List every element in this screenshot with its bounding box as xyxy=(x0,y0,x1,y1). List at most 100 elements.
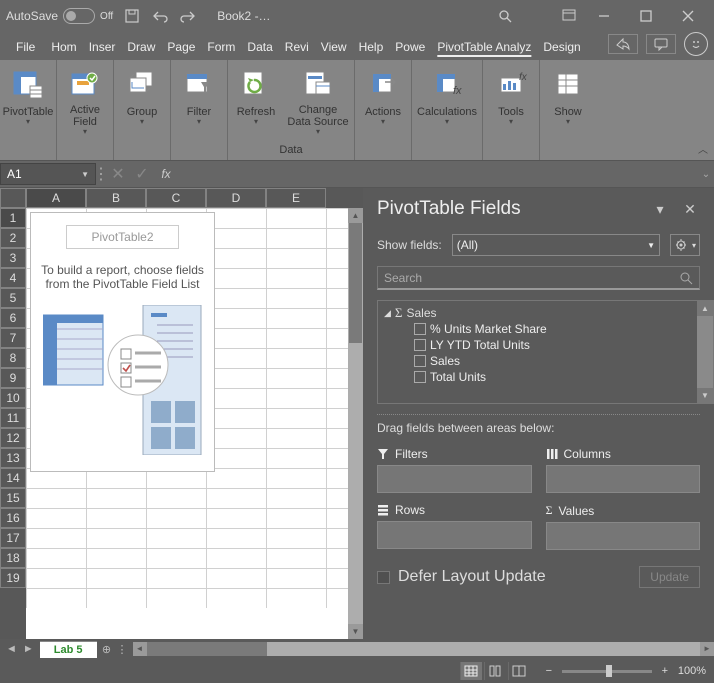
row-header-9[interactable]: 9 xyxy=(0,368,26,388)
row-header-15[interactable]: 15 xyxy=(0,488,26,508)
column-header-D[interactable]: D xyxy=(206,188,266,208)
field-group-sales[interactable]: ◢ Σ Sales xyxy=(384,305,691,321)
page-layout-view-icon[interactable] xyxy=(484,662,506,680)
field-item[interactable]: % Units Market Share xyxy=(414,321,691,337)
calculations-button[interactable]: fx Calculations▾ xyxy=(414,64,480,130)
row-header-6[interactable]: 6 xyxy=(0,308,26,328)
formula-input[interactable] xyxy=(178,163,698,185)
row-header-4[interactable]: 4 xyxy=(0,268,26,288)
tab-help[interactable]: Help xyxy=(353,36,390,60)
zoom-out-button[interactable]: − xyxy=(542,665,556,677)
tab-formulas[interactable]: Form xyxy=(201,36,241,60)
filter-button[interactable]: Filter▾ xyxy=(173,64,225,130)
rows-area[interactable]: Rows xyxy=(377,503,532,550)
tab-review[interactable]: Revi xyxy=(279,36,315,60)
values-area[interactable]: ΣValues xyxy=(546,503,701,550)
zoom-slider[interactable] xyxy=(562,670,652,673)
field-checkbox[interactable] xyxy=(414,323,426,335)
cancel-formula-icon[interactable]: ✕ xyxy=(106,163,130,185)
change-data-source-button[interactable]: Change Data Source▾ xyxy=(284,64,352,139)
undo-icon[interactable] xyxy=(151,7,169,25)
columns-drop-zone[interactable] xyxy=(546,465,701,493)
tab-insert[interactable]: Inser xyxy=(83,36,122,60)
active-field-button[interactable]: Active Field▾ xyxy=(59,64,111,139)
column-header-A[interactable]: A xyxy=(26,188,86,208)
row-header-18[interactable]: 18 xyxy=(0,548,26,568)
share-button[interactable] xyxy=(608,34,638,54)
expand-formula-bar-icon[interactable]: ⌄ xyxy=(698,169,714,180)
update-button[interactable]: Update xyxy=(639,566,700,588)
comments-button[interactable] xyxy=(646,34,676,54)
scrollbar-thumb[interactable] xyxy=(349,223,362,343)
tab-power-pivot[interactable]: Powe xyxy=(389,36,431,60)
fields-settings-gear-icon[interactable]: ▾ xyxy=(670,234,700,256)
search-icon[interactable] xyxy=(496,7,514,25)
tab-design[interactable]: Design xyxy=(537,36,586,60)
insert-function-icon[interactable]: fx xyxy=(154,167,178,181)
tree-scrollbar[interactable]: ▲▼ xyxy=(697,301,713,403)
field-checkbox[interactable] xyxy=(414,339,426,351)
horizontal-scrollbar[interactable]: ◄► xyxy=(133,642,714,656)
row-header-14[interactable]: 14 xyxy=(0,468,26,488)
field-item[interactable]: Sales xyxy=(414,353,691,369)
show-fields-select[interactable]: (All)▼ xyxy=(452,234,660,256)
columns-area[interactable]: Columns xyxy=(546,447,701,493)
row-header-19[interactable]: 19 xyxy=(0,568,26,588)
tools-button[interactable]: fx Tools▾ xyxy=(485,64,537,130)
row-header-10[interactable]: 10 xyxy=(0,388,26,408)
row-header-12[interactable]: 12 xyxy=(0,428,26,448)
scroll-up-icon[interactable]: ▲ xyxy=(348,208,363,223)
h-scrollbar-thumb[interactable] xyxy=(147,642,267,656)
fields-options-dropdown-icon[interactable]: ▾ xyxy=(650,199,670,219)
name-box[interactable]: A1▼ xyxy=(0,163,96,185)
show-button[interactable]: Show▾ xyxy=(542,64,594,130)
values-drop-zone[interactable] xyxy=(546,522,701,550)
row-header-3[interactable]: 3 xyxy=(0,248,26,268)
save-icon[interactable] xyxy=(123,7,141,25)
tab-data[interactable]: Data xyxy=(241,36,278,60)
tab-draw[interactable]: Draw xyxy=(121,36,161,60)
row-header-2[interactable]: 2 xyxy=(0,228,26,248)
tab-home[interactable]: Hom xyxy=(45,36,82,60)
group-button[interactable]: Group▾ xyxy=(116,64,168,130)
feedback-smiley-icon[interactable] xyxy=(684,32,708,56)
row-header-13[interactable]: 13 xyxy=(0,448,26,468)
cells-area[interactable]: PivotTable2 To build a report, choose fi… xyxy=(26,208,348,639)
field-item[interactable]: Total Units xyxy=(414,369,691,385)
tab-file[interactable]: File xyxy=(6,36,45,60)
defer-layout-checkbox[interactable] xyxy=(377,571,390,584)
field-item[interactable]: LY YTD Total Units xyxy=(414,337,691,353)
redo-icon[interactable] xyxy=(179,7,197,25)
autosave-toggle[interactable]: AutoSave Off xyxy=(6,8,113,24)
refresh-button[interactable]: Refresh▾ xyxy=(230,64,282,139)
minimize-button[interactable] xyxy=(584,2,624,30)
fields-search-input[interactable]: Search xyxy=(377,266,700,290)
column-header-B[interactable]: B xyxy=(86,188,146,208)
field-checkbox[interactable] xyxy=(414,371,426,383)
row-header-11[interactable]: 11 xyxy=(0,408,26,428)
sheet-nav[interactable]: ◄► xyxy=(0,643,40,655)
close-fields-pane-icon[interactable]: ✕ xyxy=(680,199,700,219)
collapse-ribbon-icon[interactable]: ︿ xyxy=(698,141,708,156)
normal-view-icon[interactable] xyxy=(460,662,482,680)
zoom-level[interactable]: 100% xyxy=(678,665,706,677)
tab-pivottable-analyze[interactable]: PivotTable Analyz xyxy=(431,36,537,60)
ribbon-display-options-icon[interactable] xyxy=(554,6,584,26)
zoom-in-button[interactable]: + xyxy=(658,665,672,677)
vertical-scrollbar[interactable]: ▲ ▼ xyxy=(348,208,363,639)
actions-button[interactable]: Actions▾ xyxy=(357,64,409,130)
page-break-view-icon[interactable] xyxy=(508,662,530,680)
pivottable-button[interactable]: PivotTable▾ xyxy=(2,64,54,130)
filters-area[interactable]: Filters xyxy=(377,447,532,493)
column-header-E[interactable]: E xyxy=(266,188,326,208)
new-sheet-button[interactable]: ⊕ xyxy=(97,643,117,656)
filters-drop-zone[interactable] xyxy=(377,465,532,493)
tab-page-layout[interactable]: Page xyxy=(161,36,201,60)
field-checkbox[interactable] xyxy=(414,355,426,367)
select-all-corner[interactable] xyxy=(0,188,26,208)
sheet-tab-lab5[interactable]: Lab 5 xyxy=(40,641,97,658)
rows-drop-zone[interactable] xyxy=(377,521,532,549)
row-header-7[interactable]: 7 xyxy=(0,328,26,348)
row-header-8[interactable]: 8 xyxy=(0,348,26,368)
scroll-down-icon[interactable]: ▼ xyxy=(348,624,363,639)
